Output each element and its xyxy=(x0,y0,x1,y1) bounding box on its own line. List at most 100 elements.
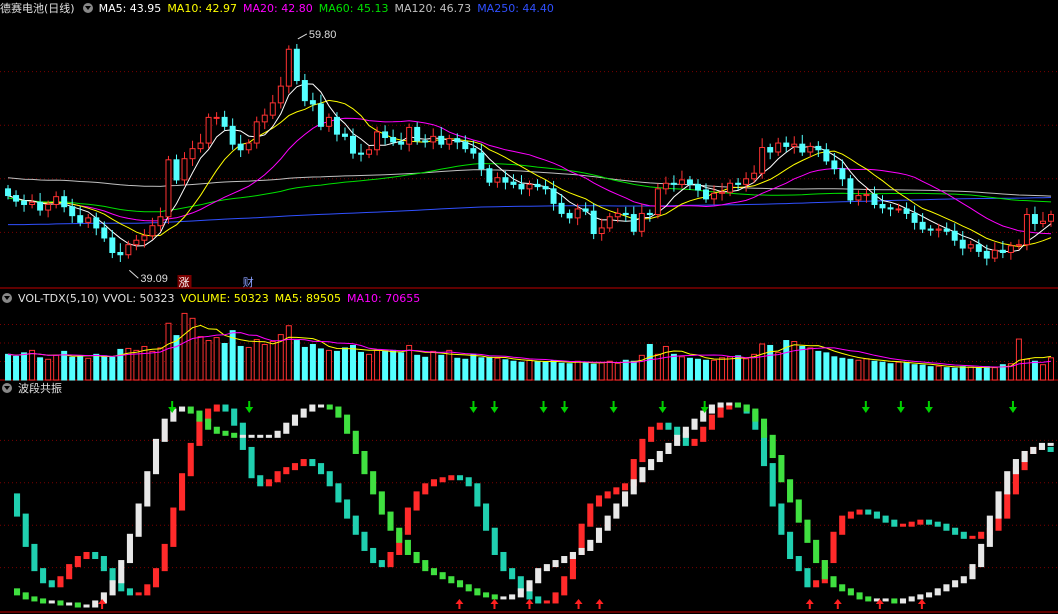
candle xyxy=(967,240,974,252)
volume-bar xyxy=(486,356,493,381)
candle-body xyxy=(566,212,573,219)
candle xyxy=(951,223,958,246)
candle xyxy=(317,94,324,131)
resonance-slow-block xyxy=(474,588,481,596)
candle-body xyxy=(670,182,677,185)
resonance-fast-block xyxy=(222,404,229,412)
resonance-slow-block xyxy=(543,564,550,572)
candle-body xyxy=(686,179,693,185)
candle xyxy=(366,145,373,159)
candle xyxy=(863,187,870,203)
candle-body xyxy=(711,192,718,200)
candle xyxy=(253,116,260,149)
candle-body xyxy=(558,202,565,214)
resonance-slow-block xyxy=(578,547,585,555)
resonance-slow-block xyxy=(691,418,698,430)
resonance-slow-block xyxy=(1047,442,1054,446)
volume-bar xyxy=(430,350,437,381)
green-down-arrow-stem xyxy=(472,401,475,407)
candle-body xyxy=(366,149,373,155)
low-label: 39.09 xyxy=(140,273,168,285)
candle-body xyxy=(117,252,124,256)
green-down-arrow-stem xyxy=(703,401,706,407)
resonance-slow-block xyxy=(561,556,568,564)
green-down-arrow-stem xyxy=(899,401,902,407)
resonance-fast-block xyxy=(856,509,863,515)
resonance-slow-block xyxy=(526,580,533,592)
ma10-legend: MA10: 42.97 xyxy=(167,2,238,15)
chart-canvas[interactable]: 59.80 39.09 涨 财 xyxy=(0,0,1058,614)
resonance-fast-block xyxy=(595,495,603,507)
candle-body xyxy=(470,148,477,154)
candle-body xyxy=(879,203,886,209)
resonance-fast-block xyxy=(265,479,272,487)
candle xyxy=(630,206,637,236)
red-up-arrow-head xyxy=(917,599,926,604)
candle-body xyxy=(871,193,878,205)
candle-body xyxy=(5,188,11,197)
volume-bar xyxy=(903,362,910,381)
candle-body xyxy=(727,182,734,193)
volume-bar xyxy=(61,350,68,381)
candle-body xyxy=(582,208,589,212)
resonance-slow-block xyxy=(161,418,168,442)
candle xyxy=(847,174,854,204)
resonance-fast-block xyxy=(613,487,620,495)
candle-body xyxy=(654,188,661,216)
low-pointer xyxy=(129,269,139,279)
candle xyxy=(566,209,573,224)
resonance-slow-block xyxy=(821,560,828,580)
candle xyxy=(13,190,20,207)
candle-body xyxy=(245,142,252,151)
candle-body xyxy=(462,141,469,150)
candle xyxy=(301,73,308,107)
volume-bar xyxy=(333,350,340,381)
candle-body xyxy=(550,188,557,204)
resonance-fast-block xyxy=(483,503,490,531)
resonance-slow-block xyxy=(899,598,907,604)
candle xyxy=(374,126,381,156)
resonance-slow-block xyxy=(1030,446,1037,454)
resonance-fast-block xyxy=(778,503,785,535)
green-down-arrow xyxy=(861,401,870,413)
volume-bar xyxy=(237,345,244,381)
candle xyxy=(775,137,782,156)
resonance-slow-block xyxy=(813,539,820,564)
resonance-slow-block xyxy=(734,402,742,408)
green-down-arrow-stem xyxy=(612,401,615,407)
candle xyxy=(711,185,718,205)
resonance-slow-block xyxy=(109,580,116,596)
ma60-legend: MA60: 45.13 xyxy=(318,2,389,15)
resonance-slow-block xyxy=(40,598,47,604)
candle-body xyxy=(815,145,822,151)
candle-body xyxy=(638,212,645,232)
volume-bar xyxy=(478,357,485,381)
candle xyxy=(486,164,493,187)
chevron-down-icon[interactable] xyxy=(2,383,12,393)
candle-body xyxy=(205,116,212,144)
chevron-down-icon[interactable] xyxy=(2,293,12,303)
candle xyxy=(438,127,445,149)
volume-header: VOL-TDX(5,10) VVOL: 50323 VOLUME: 50323 MA5… xyxy=(0,290,426,307)
resonance-slow-block xyxy=(439,572,446,580)
candle-body xyxy=(743,178,750,185)
resonance-fast-block xyxy=(126,588,133,596)
volume-bar xyxy=(85,357,92,381)
resonance-slow-block xyxy=(639,467,646,483)
volume-bar xyxy=(149,350,156,381)
volume-bar xyxy=(606,360,613,381)
candle-body xyxy=(590,210,597,235)
resonance-fast-block xyxy=(344,499,351,519)
volume-bar xyxy=(53,354,60,381)
resonance-slow-block xyxy=(986,515,993,547)
resonance-fast-block xyxy=(274,471,281,483)
resonance-fast-block xyxy=(422,483,429,495)
candle xyxy=(173,154,180,184)
volume-bar xyxy=(791,341,798,381)
candle xyxy=(654,183,661,219)
chevron-down-icon[interactable] xyxy=(82,3,93,13)
candle xyxy=(943,222,950,236)
resonance-slow-block xyxy=(196,410,203,422)
candle-body xyxy=(101,227,108,239)
resonance-slow-block xyxy=(743,404,750,412)
